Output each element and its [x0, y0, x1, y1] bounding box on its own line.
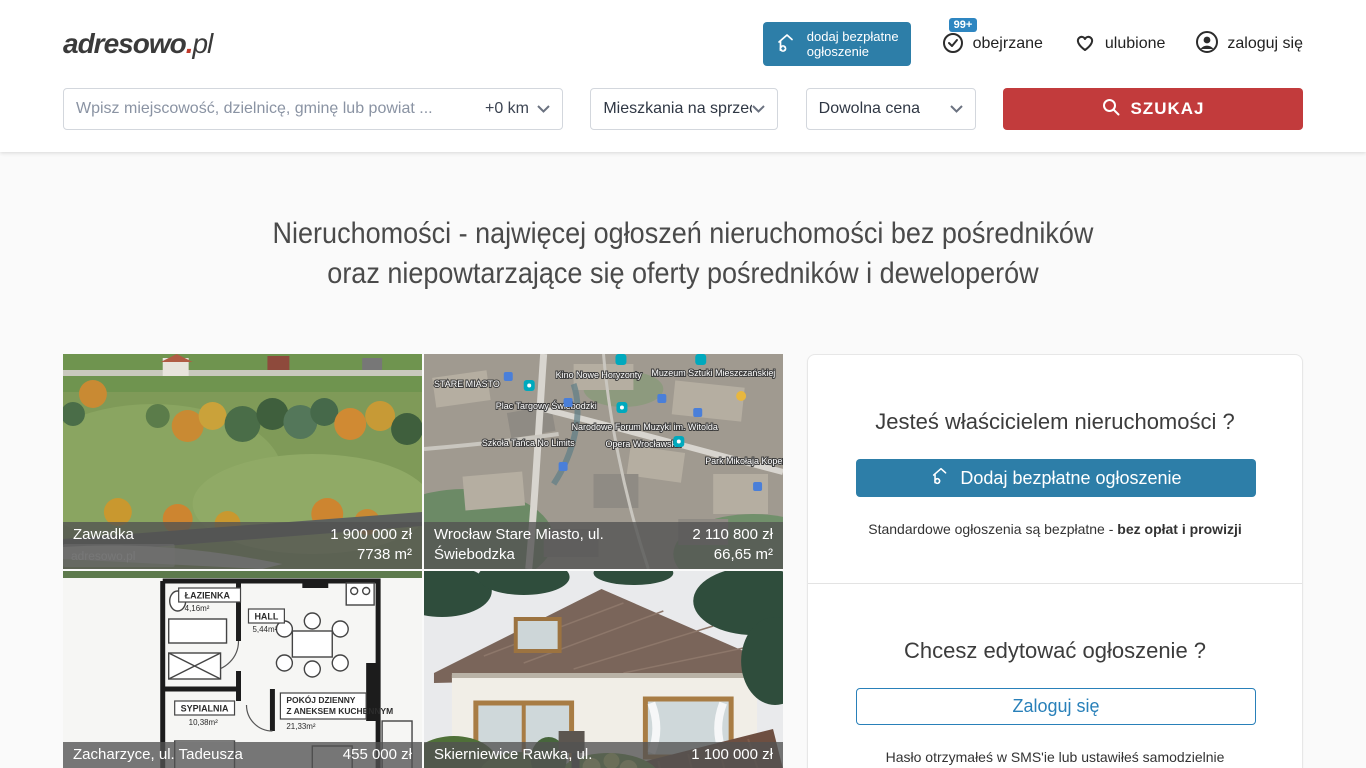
category-select[interactable]: Mieszkania na sprzedaż: [590, 88, 778, 130]
room-area: 10,38m²: [189, 718, 219, 727]
map-label: Szkoła Tańca No Limits: [482, 438, 575, 448]
login-label: zaloguj się: [1227, 35, 1303, 53]
price-select[interactable]: Dowolna cena: [806, 88, 976, 130]
chevron-down-icon: [537, 100, 550, 118]
login-sidebar-button[interactable]: Zaloguj się: [856, 688, 1256, 725]
listing-caption: Zacharzyce, ul. Tadeusza 455 000 zł: [63, 742, 422, 768]
owner-section: Jesteś właścicielem nieruchomości ? Doda…: [808, 355, 1302, 583]
location-input[interactable]: [76, 100, 485, 118]
owner-note: Standardowe ogłoszenia są bezpłatne - be…: [856, 521, 1254, 537]
house-plus-icon: [930, 465, 952, 492]
search-bar: +0 km Mieszkania na sprzedaż Dowolna cen…: [63, 88, 1303, 130]
edit-heading: Chcesz edytować ogłoszenie ?: [856, 638, 1254, 664]
listings-grid: adresowo.pl Zawadka 1 900 000 zł 7738 m²: [63, 354, 783, 768]
listing-name: Skierniewice Rawka, ul.: [434, 745, 592, 768]
logo-tld: pl: [192, 28, 212, 59]
map-label: Narodowe Forum Muzyki im. Witolda: [572, 422, 718, 432]
room-area: 4,16m²: [185, 604, 210, 613]
search-button[interactable]: SZUKAJ: [1003, 88, 1303, 130]
logo[interactable]: adresowo.pl: [63, 28, 212, 60]
price-value: Dowolna cena: [819, 100, 920, 118]
page: adresowo.pl dodaj bezpłatne ogłoszenie: [0, 0, 1366, 768]
radius-value: +0 km: [485, 100, 529, 118]
map-label: Plac Targowy Świebodzki: [496, 400, 597, 411]
favorites-nav-item[interactable]: ulubione: [1073, 30, 1166, 59]
listing-name: Wrocław Stare Miasto, ul. Świebodzka: [434, 525, 631, 565]
listing-price: 1 100 000 zł: [691, 745, 773, 765]
location-field: +0 km: [63, 88, 563, 130]
floorplan-image: ŁAZIENKA 4,16m² HALL 5,44m² SYPIALNIA 10…: [63, 571, 422, 768]
category-value: Mieszkania na sprzedaż: [603, 100, 752, 118]
radius-select[interactable]: +0 km: [485, 100, 550, 118]
edit-note: Hasło otrzymałeś w SMS'ie lub ustawiłeś …: [856, 749, 1254, 765]
room-area: 5,44m²: [252, 625, 277, 634]
heart-icon: [1073, 30, 1097, 59]
check-circle-icon: [941, 30, 965, 59]
chevron-down-icon: [752, 100, 765, 118]
login-nav-item[interactable]: zaloguj się: [1195, 30, 1303, 59]
top-band: adresowo.pl dodaj bezpłatne ogłoszenie: [0, 0, 1366, 152]
room-label: POKÓJ DZIENNY: [286, 694, 355, 705]
magnifier-icon: [1101, 97, 1121, 122]
map-label: Kino Nowe Horyzonty: [556, 370, 643, 380]
owner-sidebar: Jesteś właścicielem nieruchomości ? Doda…: [807, 354, 1303, 768]
listing-tile-wroclaw[interactable]: STARE MIASTO Kino Nowe Horyzonty Muzeum …: [424, 354, 783, 569]
main-content: Nieruchomości - najwięcej ogłoszeń nieru…: [63, 214, 1303, 768]
room-label: SYPIALNIA: [181, 703, 229, 713]
listing-caption: Wrocław Stare Miasto, ul. Świebodzka 2 1…: [424, 522, 783, 569]
viewed-nav-item[interactable]: 99+ obejrzane: [941, 30, 1043, 59]
header: adresowo.pl dodaj bezpłatne ogłoszenie: [63, 0, 1303, 88]
header-actions: dodaj bezpłatne ogłoszenie 99+ obejrzane: [763, 22, 1303, 66]
house-plus-icon: [775, 31, 799, 58]
page-title: Nieruchomości - najwięcej ogłoszeń nieru…: [125, 214, 1241, 294]
room-area: 21,33m²: [286, 722, 316, 731]
listing-caption: Skierniewice Rawka, ul. 1 100 000 zł: [424, 742, 783, 768]
login-sidebar-label: Zaloguj się: [1012, 696, 1099, 717]
listing-name: Zacharzyce, ul. Tadeusza: [73, 745, 243, 768]
listing-area: 66,65 m²: [692, 545, 773, 565]
user-circle-icon: [1195, 30, 1219, 59]
viewed-label: obejrzane: [973, 35, 1043, 53]
listing-price: 2 110 800 zł: [692, 525, 773, 545]
chevron-down-icon: [950, 100, 963, 118]
room-label: HALL: [254, 611, 278, 621]
listing-price: 455 000 zł: [343, 745, 412, 765]
viewed-count-badge: 99+: [949, 18, 978, 32]
edit-section: Chcesz edytować ogłoszenie ? Zaloguj się…: [808, 583, 1302, 768]
add-listing-header-text: dodaj bezpłatne ogłoszenie: [807, 29, 899, 59]
add-listing-sidebar-label: Dodaj bezpłatne ogłoszenie: [960, 468, 1181, 489]
add-listing-header-button[interactable]: dodaj bezpłatne ogłoszenie: [763, 22, 911, 66]
listing-tile-skierniewice[interactable]: Skierniewice Rawka, ul. 1 100 000 zł: [424, 571, 783, 768]
search-button-label: SZUKAJ: [1130, 99, 1204, 119]
map-label: Opera Wrocławska: [605, 439, 681, 449]
room-label: ŁAZIENKA: [185, 590, 231, 600]
room-label-2: Z ANEKSEM KUCHENNYM: [286, 706, 393, 716]
listing-name: Zawadka: [73, 525, 134, 565]
favorites-label: ulubione: [1105, 35, 1166, 53]
listing-area: 7738 m²: [330, 545, 412, 565]
listing-tile-zacharzyce[interactable]: ŁAZIENKA 4,16m² HALL 5,44m² SYPIALNIA 10…: [63, 571, 422, 768]
map-label: STARE MIASTO: [434, 379, 500, 389]
owner-heading: Jesteś właścicielem nieruchomości ?: [856, 409, 1254, 435]
map-label: Park Mikołaja Kopernika: [705, 456, 783, 466]
house-photo: [424, 571, 783, 768]
logo-main: adresowo: [63, 28, 186, 59]
listing-price: 1 900 000 zł: [330, 525, 412, 545]
map-label: Muzeum Sztuki Mieszczańskiej: [651, 368, 775, 378]
add-listing-sidebar-button[interactable]: Dodaj bezpłatne ogłoszenie: [856, 459, 1256, 497]
listing-tile-zawadka[interactable]: adresowo.pl Zawadka 1 900 000 zł 7738 m²: [63, 354, 422, 569]
listing-caption: Zawadka 1 900 000 zł 7738 m²: [63, 522, 422, 569]
